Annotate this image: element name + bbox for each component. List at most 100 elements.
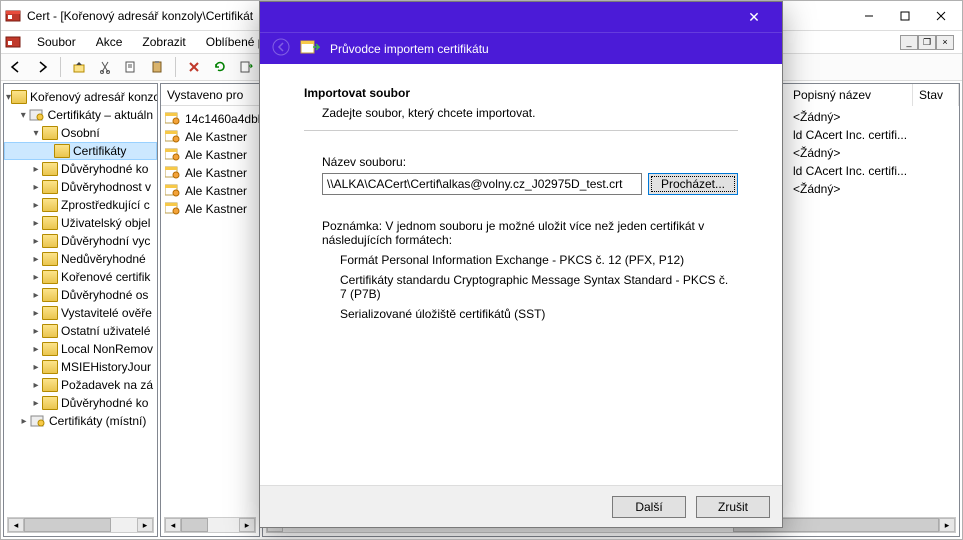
scroll-right-icon[interactable]: ▸	[239, 518, 255, 532]
list-item[interactable]: Ale Kastner	[161, 164, 259, 182]
list-item[interactable]: Ale Kastner	[161, 182, 259, 200]
cell-name: <Žádný>	[787, 110, 913, 128]
tree-folder[interactable]: ▸ Důvěryhodní vyc	[4, 232, 157, 250]
forward-button[interactable]	[31, 56, 53, 78]
tree-folder[interactable]: ▸Důvěryhodnost v	[4, 178, 157, 196]
maximize-button[interactable]	[888, 5, 922, 27]
chevron-right-icon[interactable]: ▸	[30, 218, 42, 229]
chevron-right-icon[interactable]: ▸	[18, 416, 30, 427]
chevron-right-icon[interactable]: ▸	[30, 164, 42, 175]
minimize-button[interactable]	[852, 5, 886, 27]
tree-folder[interactable]: ▸MSIEHistoryJour	[4, 358, 157, 376]
tree-folder[interactable]: ▸Vystavitelé ověře	[4, 304, 157, 322]
tree-cert-local[interactable]: ▸ Certifikáty (místní)	[4, 412, 157, 430]
chevron-right-icon[interactable]: ▸	[30, 362, 42, 373]
list-label: Ale Kastner	[185, 184, 247, 198]
cancel-button[interactable]: Zrušit	[696, 496, 770, 518]
cell-name: ld CAcert Inc. certifi...	[787, 128, 913, 146]
tree-folder[interactable]: ▸Uživatelský objel	[4, 214, 157, 232]
tree-folder[interactable]: ▸ Požadavek na zá	[4, 376, 157, 394]
window-controls	[852, 5, 958, 27]
tree-folder[interactable]: ▸Ostatní uživatelé	[4, 322, 157, 340]
h-scrollbar[interactable]: ◂ ▸	[7, 517, 154, 533]
main-window: Cert - [Kořenový adresář konzoly\Certifi…	[0, 0, 963, 540]
scroll-left-icon[interactable]: ◂	[8, 518, 24, 532]
chevron-right-icon[interactable]: ▸	[30, 398, 42, 409]
mdi-minimize-button[interactable]: _	[900, 35, 918, 50]
h-scrollbar[interactable]: ◂ ▸	[164, 517, 256, 533]
chevron-right-icon[interactable]: ▸	[30, 236, 42, 247]
tree-folder[interactable]: ▸ Nedůvěryhodné	[4, 250, 157, 268]
wizard-title: Průvodce importem certifikátu	[330, 42, 489, 56]
certificate-icon	[165, 202, 181, 216]
list-item[interactable]: Ale Kastner	[161, 200, 259, 218]
col-header[interactable]: Popisný název	[787, 84, 913, 106]
chevron-down-icon[interactable]: ▾	[30, 128, 42, 139]
list-item[interactable]: Ale Kastner	[161, 128, 259, 146]
tree-label: Požadavek na zá	[61, 378, 153, 392]
tree-label: Důvěryhodné os	[61, 288, 148, 302]
tree-label: Osobní	[61, 126, 100, 140]
mdi-restore-button[interactable]: ❐	[918, 35, 936, 50]
list-label: 14c1460a4dbb8	[185, 112, 259, 126]
tree-cert-current[interactable]: ▾ Certifikáty – aktuáln	[4, 106, 157, 124]
chevron-right-icon[interactable]: ▸	[30, 380, 42, 391]
wizard-heading: Importovat soubor	[304, 86, 738, 100]
chevron-right-icon[interactable]: ▸	[30, 254, 42, 265]
chevron-right-icon[interactable]: ▸	[30, 182, 42, 193]
tree-osobni[interactable]: ▾ Osobní	[4, 124, 157, 142]
folder-icon	[42, 162, 58, 176]
tree-label: Nedůvěryhodné	[61, 252, 146, 266]
list-header[interactable]: Vystaveno pro	[161, 84, 259, 106]
scroll-right-icon[interactable]: ▸	[939, 518, 955, 532]
scroll-left-icon[interactable]: ◂	[165, 518, 181, 532]
chevron-right-icon[interactable]: ▸	[30, 272, 42, 283]
tree-folder[interactable]: ▸ Důvěryhodné os	[4, 286, 157, 304]
folder-icon	[42, 270, 58, 284]
mdi-close-button[interactable]: ×	[936, 35, 954, 50]
back-button[interactable]	[5, 56, 27, 78]
folder-icon	[11, 90, 27, 104]
tree-folder[interactable]: ▸Kořenové certifik	[4, 268, 157, 286]
cell-name: <Žádný>	[787, 146, 913, 164]
browse-button[interactable]: Procházet...	[648, 173, 738, 195]
chevron-right-icon[interactable]: ▸	[30, 326, 42, 337]
menu-action[interactable]: Akce	[88, 33, 131, 51]
delete-button[interactable]	[183, 56, 205, 78]
chevron-right-icon[interactable]: ▸	[30, 290, 42, 301]
list-item[interactable]: 14c1460a4dbb8	[161, 110, 259, 128]
up-button[interactable]	[68, 56, 90, 78]
format-sst: Serializované úložiště certifikátů (SST)	[340, 307, 738, 321]
chevron-down-icon[interactable]: ▾	[18, 110, 29, 121]
folder-icon	[54, 144, 70, 158]
chevron-right-icon[interactable]: ▸	[30, 308, 42, 319]
refresh-button[interactable]	[209, 56, 231, 78]
menu-file[interactable]: Soubor	[29, 33, 84, 51]
tree-folder[interactable]: ▸Zprostředkující c	[4, 196, 157, 214]
wizard-titlebar: ✕	[260, 2, 782, 32]
chevron-right-icon[interactable]: ▸	[30, 344, 42, 355]
wizard-close-button[interactable]: ✕	[734, 2, 774, 32]
cut-button[interactable]	[94, 56, 116, 78]
list-item[interactable]: Ale Kastner	[161, 146, 259, 164]
folder-icon	[42, 180, 58, 194]
tree-cert-selected[interactable]: Certifikáty	[4, 142, 157, 160]
menu-view[interactable]: Zobrazit	[134, 33, 193, 51]
paste-button[interactable]	[146, 56, 168, 78]
close-button[interactable]	[924, 5, 958, 27]
export-button[interactable]	[235, 56, 257, 78]
col-header[interactable]: Stav	[913, 84, 959, 106]
tree-label: Důvěryhodní vyc	[61, 234, 150, 248]
tree-root[interactable]: ▾ Kořenový adresář konzo	[4, 88, 157, 106]
tree-folder[interactable]: ▸Local NonRemov	[4, 340, 157, 358]
file-path-input[interactable]	[322, 173, 642, 195]
copy-button[interactable]	[120, 56, 142, 78]
next-button[interactable]: Další	[612, 496, 686, 518]
tree-label: Certifikáty	[73, 144, 126, 158]
chevron-right-icon[interactable]: ▸	[30, 200, 42, 211]
wizard-note: Poznámka: V jednom souboru je možné ulož…	[322, 219, 738, 247]
back-arrow-icon[interactable]	[272, 38, 290, 59]
tree-folder[interactable]: ▸Důvěryhodné ko	[4, 160, 157, 178]
scroll-right-icon[interactable]: ▸	[137, 518, 153, 532]
tree-folder[interactable]: ▸Důvěryhodné ko	[4, 394, 157, 412]
